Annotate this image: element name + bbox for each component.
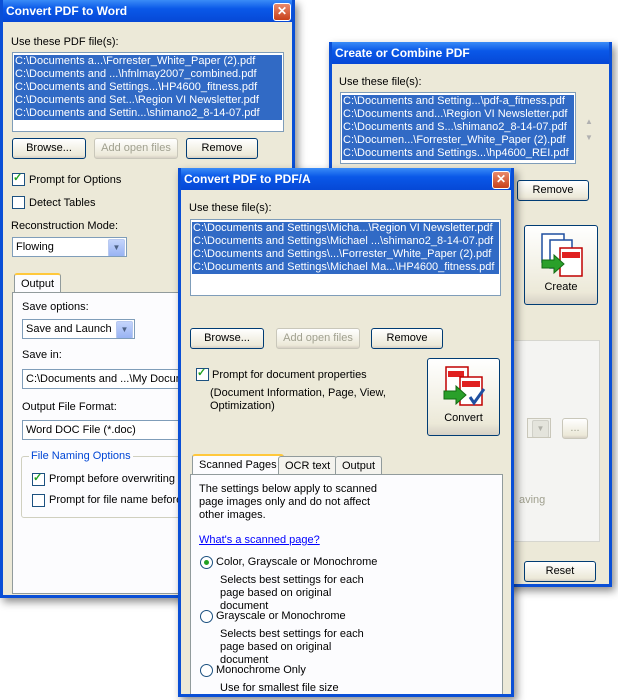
- scanned-page-link[interactable]: What's a scanned page?: [199, 534, 320, 546]
- save-options-value: Save and Launch: [26, 323, 112, 335]
- dimmed-panel: [512, 340, 600, 542]
- output-format-value: Word DOC File (*.doc): [26, 424, 136, 436]
- create-button[interactable]: Create: [524, 225, 598, 305]
- save-options-label: Save options:: [22, 301, 89, 313]
- option3-description: Use for smallest file size: [220, 682, 339, 694]
- remove-button[interactable]: Remove: [371, 328, 443, 349]
- close-icon[interactable]: ✕: [273, 3, 291, 21]
- convert-button-label: Convert: [444, 412, 483, 424]
- list-item[interactable]: C:\Documents and Set...\Region VI Newsle…: [14, 94, 282, 107]
- remove-button[interactable]: Remove: [517, 180, 589, 201]
- chevron-down-icon[interactable]: ▼: [116, 321, 133, 338]
- files-label: Use these file(s):: [189, 202, 272, 214]
- radio-grayscale-mono[interactable]: [200, 610, 213, 623]
- radio-monochrome-only-label: Monochrome Only: [216, 664, 306, 676]
- chevron-down-icon[interactable]: ▼: [532, 420, 549, 437]
- create-pdf-icon: [541, 233, 583, 277]
- browse-button[interactable]: Browse...: [12, 138, 86, 159]
- chevron-down-icon[interactable]: ▼: [108, 239, 125, 256]
- saving-text: aving: [519, 494, 546, 506]
- list-item[interactable]: C:\Documents and Settings\Michael Ma...\…: [192, 261, 499, 274]
- save-options-select[interactable]: Save and Launch ▼: [22, 319, 135, 339]
- tab-output[interactable]: Output: [335, 456, 383, 475]
- prompt-properties-label: Prompt for document properties: [212, 369, 367, 381]
- prompt-properties-checkbox[interactable]: [196, 366, 209, 381]
- file-list[interactable]: C:\Documents and Setting...\pdf-a_fitnes…: [340, 92, 576, 164]
- detect-tables-label: Detect Tables: [29, 197, 96, 209]
- list-item[interactable]: C:\Documen...\Forrester_White_Paper (2).…: [342, 134, 574, 147]
- window-title: Create or Combine PDF: [335, 46, 470, 60]
- list-item[interactable]: C:\Documents and Settings\...\Forrester_…: [192, 248, 499, 261]
- properties-description: (Document Information, Page, View, Optim…: [210, 387, 386, 412]
- create-button-label: Create: [544, 281, 578, 293]
- list-item[interactable]: C:\Documents a...\Forrester_White_Paper …: [14, 55, 282, 68]
- browse-button[interactable]: Browse...: [190, 328, 264, 349]
- list-item[interactable]: C:\Documents and Settings...\hp4600_REI.…: [342, 147, 574, 160]
- files-label: Use these PDF file(s):: [11, 36, 119, 48]
- option1-description: Selects best settings for each page base…: [220, 574, 364, 612]
- radio-monochrome-only[interactable]: [200, 664, 213, 677]
- tab-output-label: Output: [21, 278, 55, 290]
- convert-pdf-icon: [443, 366, 485, 406]
- reconstruction-mode-select[interactable]: Flowing ▼: [12, 237, 127, 257]
- tab-output[interactable]: Output: [14, 273, 62, 294]
- list-item[interactable]: C:\Documents and S...\shimano2_8-14-07.p…: [342, 121, 574, 134]
- list-item[interactable]: C:\Documents and ...\hfnlmay2007_combine…: [14, 68, 282, 81]
- tab-scanned-pages-label: Scanned Pages: [199, 459, 277, 471]
- list-item[interactable]: C:\Documents and Settin...\shimano2_8-14…: [14, 107, 282, 120]
- convert-pdf-to-pdfa-window: Convert PDF to PDF/A ✕ Use these file(s)…: [178, 168, 514, 697]
- title-bar[interactable]: Convert PDF to Word ✕: [3, 0, 292, 22]
- reset-button[interactable]: Reset: [524, 561, 596, 582]
- list-item[interactable]: C:\Documents and Settings\Michael ...\sh…: [192, 235, 499, 248]
- option2-description: Selects best settings for each page base…: [220, 628, 364, 666]
- scanned-description: The settings below apply to scanned page…: [199, 483, 377, 521]
- window-title: Convert PDF to Word: [6, 4, 128, 18]
- file-naming-group-title: File Naming Options: [29, 450, 133, 462]
- list-item[interactable]: C:\Documents and Settings\Micha...\Regio…: [192, 222, 499, 235]
- scanned-pages-panel: The settings below apply to scanned page…: [190, 474, 503, 694]
- prompt-options-checkbox[interactable]: [12, 171, 25, 186]
- save-in-label: Save in:: [22, 349, 62, 361]
- output-format-label: Output File Format:: [22, 401, 117, 413]
- detect-tables-checkbox[interactable]: [12, 196, 25, 209]
- ellipsis-button[interactable]: ...: [562, 418, 588, 439]
- tab-scanned-pages[interactable]: Scanned Pages: [192, 454, 284, 475]
- file-list[interactable]: C:\Documents and Settings\Micha...\Regio…: [190, 219, 501, 296]
- add-open-files-button[interactable]: Add open files: [94, 138, 178, 159]
- reconstruction-mode-value: Flowing: [16, 241, 54, 253]
- convert-button[interactable]: Convert: [427, 358, 500, 436]
- scrollbar[interactable]: ▲ ▼: [582, 114, 596, 150]
- files-label: Use these file(s):: [339, 76, 422, 88]
- radio-grayscale-mono-label: Grayscale or Monochrome: [216, 610, 346, 622]
- tab-output-label: Output: [342, 460, 376, 472]
- tab-ocr-text-label: OCR text: [285, 460, 331, 472]
- window-title: Convert PDF to PDF/A: [184, 172, 311, 186]
- reconstruction-mode-label: Reconstruction Mode:: [11, 220, 118, 232]
- close-icon[interactable]: ✕: [492, 171, 510, 189]
- list-item[interactable]: C:\Documents and Settings...\HP4600_fitn…: [14, 81, 282, 94]
- radio-color-grayscale-mono-label: Color, Grayscale or Monochrome: [216, 556, 378, 568]
- prompt-overwrite-label: Prompt before overwriting: [49, 473, 175, 485]
- tab-ocr-text[interactable]: OCR text: [278, 456, 338, 475]
- list-item[interactable]: C:\Documents and...\Region VI Newsletter…: [342, 108, 574, 121]
- radio-color-grayscale-mono[interactable]: [200, 556, 213, 569]
- title-bar[interactable]: Create or Combine PDF: [332, 42, 609, 64]
- prompt-overwrite-checkbox[interactable]: [32, 471, 45, 486]
- add-open-files-button[interactable]: Add open files: [276, 328, 360, 349]
- title-bar[interactable]: Convert PDF to PDF/A ✕: [181, 168, 511, 190]
- prompt-filename-checkbox[interactable]: [32, 494, 45, 507]
- list-item[interactable]: C:\Documents and Setting...\pdf-a_fitnes…: [342, 95, 574, 108]
- pdf-file-list[interactable]: C:\Documents a...\Forrester_White_Paper …: [12, 52, 284, 132]
- remove-button[interactable]: Remove: [186, 138, 258, 159]
- dimmed-select[interactable]: ▼: [527, 418, 551, 438]
- prompt-options-label: Prompt for Options: [29, 174, 122, 186]
